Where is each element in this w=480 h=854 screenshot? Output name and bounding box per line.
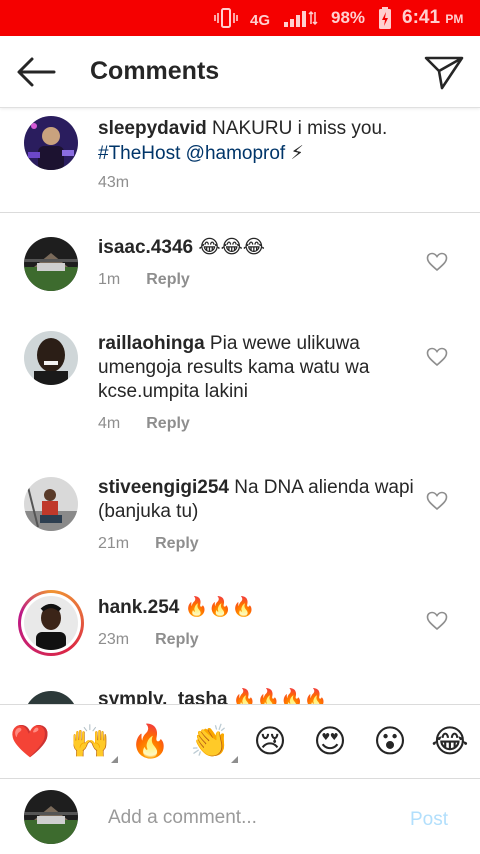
paper-plane-icon xyxy=(424,56,464,90)
comment-username[interactable]: isaac.4346 xyxy=(98,237,193,258)
back-button[interactable] xyxy=(14,52,58,92)
comment-username[interactable]: hank.254 xyxy=(98,597,179,618)
mention-link[interactable]: @hamoprof xyxy=(186,143,286,164)
like-button[interactable] xyxy=(426,611,448,631)
battery-percentage: 98% xyxy=(331,8,366,27)
comment-timestamp: 4m xyxy=(98,415,121,432)
comment-username[interactable]: raillaohinga xyxy=(98,333,205,354)
comment-text: symply._tasha 🔥🔥🔥🔥 xyxy=(98,688,418,704)
emoji-quick-bar: ❤️ 🙌 🔥 👏 😢 😍 😮 😂 xyxy=(0,704,480,778)
reply-button[interactable]: Reply xyxy=(146,271,190,288)
header-bar: Comments xyxy=(0,36,480,108)
comment-composer: Post xyxy=(0,778,480,854)
caption-username[interactable]: sleepydavid xyxy=(98,118,207,139)
like-button[interactable] xyxy=(426,252,448,272)
comment-username[interactable]: symply._tasha xyxy=(98,689,228,704)
reply-button[interactable]: Reply xyxy=(155,631,199,648)
heart-icon xyxy=(426,611,448,631)
comment-text: raillaohinga Pia wewe ulikuwa umengoja r… xyxy=(98,333,370,402)
comment-item: stiveengigi254 Na DNA alienda wapi (banj… xyxy=(0,463,480,573)
emoji-button[interactable]: 👏 xyxy=(188,721,238,763)
comment-meta: 1m Reply xyxy=(98,271,190,289)
comment-timestamp: 21m xyxy=(98,535,130,552)
avatar[interactable] xyxy=(24,237,78,291)
caption-text: sleepydavid NAKURU i miss you. #TheHost … xyxy=(98,116,428,166)
emoji-button[interactable]: 😍 xyxy=(308,721,352,761)
heart-icon xyxy=(426,491,448,511)
comment-item: hank.254 🔥🔥🔥 23m Reply xyxy=(0,573,480,683)
post-caption: sleepydavid NAKURU i miss you. #TheHost … xyxy=(0,108,480,213)
emoji-button[interactable]: 🔥 xyxy=(128,721,172,761)
reply-button[interactable]: Reply xyxy=(155,535,199,552)
post-button[interactable]: Post xyxy=(410,809,448,831)
comment-input[interactable] xyxy=(108,803,398,833)
caption-timestamp: 43m xyxy=(98,174,130,191)
hashtag-link[interactable]: #TheHost xyxy=(98,143,180,164)
emoji-button[interactable]: 😢 xyxy=(248,721,292,761)
like-button[interactable] xyxy=(426,491,448,511)
comment-meta: 4m Reply xyxy=(98,415,190,433)
comment-item: isaac.4346 😂😂😂 1m Reply xyxy=(0,213,480,313)
comment-timestamp: 1m xyxy=(98,271,121,288)
reply-button[interactable]: Reply xyxy=(146,415,190,432)
page-title: Comments xyxy=(90,57,220,85)
battery-charging-icon xyxy=(378,6,392,35)
emoji-button[interactable]: ❤️ xyxy=(8,721,52,761)
network-type: 4G xyxy=(250,12,271,29)
like-button[interactable] xyxy=(426,347,448,367)
comment-meta: 21m Reply xyxy=(98,535,199,553)
comment-item: raillaohinga Pia wewe ulikuwa umengoja r… xyxy=(0,313,480,463)
status-bar: 4G 98% 6:41 PM xyxy=(0,0,480,36)
emoji-button[interactable]: 😮 xyxy=(368,721,412,761)
vibrate-icon xyxy=(214,6,238,35)
emoji-button[interactable]: 😂 xyxy=(428,721,472,761)
share-button[interactable] xyxy=(422,52,466,92)
comment-meta: 23m Reply xyxy=(98,631,199,649)
heart-icon xyxy=(426,347,448,367)
caption-emoji: ⚡ xyxy=(285,143,304,164)
current-user-avatar xyxy=(24,790,78,844)
avatar[interactable] xyxy=(24,477,78,531)
comment-username[interactable]: stiveengigi254 xyxy=(98,477,229,498)
heart-icon xyxy=(426,252,448,272)
comment-text: hank.254 🔥🔥🔥 xyxy=(98,597,256,618)
caption-body: NAKURU i miss you. xyxy=(206,118,388,139)
comment-text: stiveengigi254 Na DNA alienda wapi (banj… xyxy=(98,477,414,522)
avatar[interactable] xyxy=(24,691,78,704)
comment-timestamp: 23m xyxy=(98,631,130,648)
arrow-left-icon xyxy=(17,57,56,87)
signal-icon xyxy=(282,9,318,34)
avatar[interactable] xyxy=(24,331,78,385)
avatar[interactable] xyxy=(24,596,78,650)
comment-item: symply._tasha 🔥🔥🔥🔥 xyxy=(0,683,480,704)
comment-text: isaac.4346 😂😂😂 xyxy=(98,237,265,258)
emoji-button[interactable]: 🙌 xyxy=(68,721,118,763)
avatar[interactable] xyxy=(24,116,78,170)
clock: 6:41 PM xyxy=(402,7,464,28)
